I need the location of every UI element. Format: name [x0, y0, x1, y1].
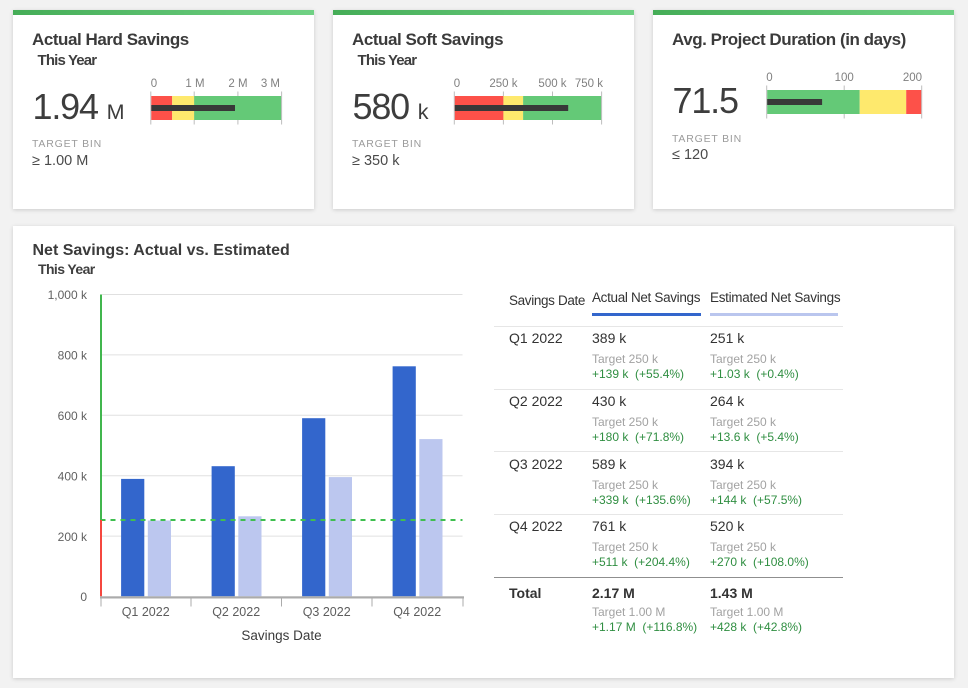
svg-text:1,000 k: 1,000 k: [48, 288, 88, 302]
svg-text:0: 0: [766, 72, 772, 84]
svg-text:100: 100: [835, 72, 854, 84]
svg-text:750 k: 750 k: [575, 78, 603, 90]
svg-text:600 k: 600 k: [58, 409, 88, 423]
svg-text:Q1 2022: Q1 2022: [122, 605, 170, 619]
svg-text:Q4 2022: Q4 2022: [393, 605, 441, 619]
svg-text:0: 0: [80, 590, 87, 604]
svg-text:1 M: 1 M: [185, 78, 204, 90]
svg-text:Q2 2022: Q2 2022: [212, 605, 260, 619]
svg-text:3 M: 3 M: [261, 78, 280, 90]
svg-text:800 k: 800 k: [58, 349, 88, 363]
svg-text:2 M: 2 M: [228, 78, 247, 90]
svg-text:400 k: 400 k: [58, 469, 88, 483]
svg-text:Q3 2022: Q3 2022: [303, 605, 351, 619]
svg-text:0: 0: [151, 78, 157, 90]
svg-text:250 k: 250 k: [489, 78, 517, 90]
svg-text:500 k: 500 k: [538, 78, 566, 90]
svg-text:200 k: 200 k: [58, 530, 88, 544]
svg-text:Savings Date: Savings Date: [241, 628, 321, 643]
svg-text:0: 0: [454, 78, 460, 90]
svg-text:200: 200: [903, 72, 922, 84]
